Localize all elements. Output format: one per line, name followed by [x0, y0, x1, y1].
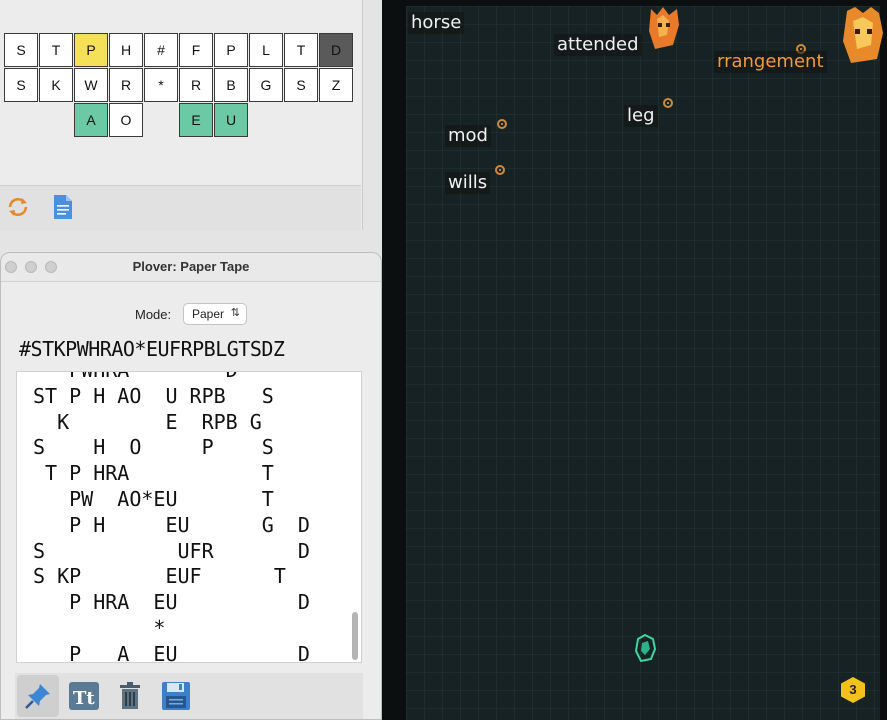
- tape-line: P H EU G D: [33, 512, 310, 537]
- player-ship-icon: [634, 633, 657, 663]
- mode-value: Paper: [192, 307, 225, 321]
- steno-key: T: [284, 33, 318, 67]
- target-word: horse: [408, 12, 465, 34]
- tape-line: T P HRA T: [33, 461, 274, 486]
- steno-key: G: [249, 68, 283, 102]
- refresh-icon[interactable]: [3, 192, 33, 222]
- target-word: rrangement: [714, 51, 827, 73]
- layout-toolbar: [0, 185, 361, 231]
- tape-line: P A EU D: [33, 641, 310, 663]
- paper-tape-window: Plover: Paper Tape Mode: Paper ⇅ #STKPWH…: [0, 252, 382, 720]
- enemy-icon: [497, 119, 507, 129]
- steno-key: P: [214, 33, 248, 67]
- target-word: leg: [624, 105, 658, 127]
- tape-line: S KP EUF T: [33, 564, 286, 589]
- tape-toolbar: Tt: [15, 673, 363, 719]
- fire-monster-icon: [843, 7, 883, 63]
- steno-key-header: #STKPWHRAO*EUFRPBLGTSDZ: [19, 337, 285, 361]
- score-value: 3: [849, 682, 857, 697]
- window-title: Plover: Paper Tape: [132, 259, 250, 274]
- steno-key: Z: [319, 68, 353, 102]
- trash-icon[interactable]: [109, 675, 151, 717]
- steno-vowel-key: O: [109, 103, 143, 137]
- steno-key: T: [39, 33, 73, 67]
- steno-key: *: [144, 68, 178, 102]
- enemy-icon: [495, 165, 505, 175]
- tape-line: *: [33, 615, 166, 640]
- steno-key: F: [179, 33, 213, 67]
- tape-line: ST P H AO U RPB S: [33, 383, 274, 408]
- steno-vowel-key: U: [214, 103, 248, 137]
- steno-key: S: [284, 68, 318, 102]
- scrollbar[interactable]: [352, 612, 358, 660]
- steno-vowel-key: A: [74, 103, 108, 137]
- tape-line: S UFR D: [33, 538, 310, 563]
- target-word: wills: [445, 172, 491, 194]
- steno-key: R: [179, 68, 213, 102]
- steno-key: K: [39, 68, 73, 102]
- steno-key: S: [4, 68, 38, 102]
- pin-icon[interactable]: [17, 675, 59, 717]
- save-icon[interactable]: [155, 675, 197, 717]
- steno-key: L: [249, 33, 283, 67]
- steno-key: S: [4, 33, 38, 67]
- mode-label: Mode:: [135, 307, 172, 322]
- tape-lines: PWHRA D ST P H AO U RPB S K E RPB G S H …: [33, 372, 310, 663]
- score-badge: 3: [840, 676, 866, 704]
- tape-line: PW AO*EU T: [33, 486, 274, 511]
- steno-key: W: [74, 68, 108, 102]
- enemy-icon: [663, 98, 673, 108]
- target-word: attended: [554, 34, 642, 56]
- steno-key-pressed: P: [74, 33, 108, 67]
- steno-key: H: [109, 33, 143, 67]
- document-icon[interactable]: [48, 192, 78, 222]
- steno-key: B: [214, 68, 248, 102]
- fire-monster-icon: [649, 7, 679, 49]
- target-word: mod: [445, 125, 491, 147]
- title-bar: Plover: Paper Tape: [1, 253, 381, 282]
- font-icon[interactable]: Tt: [63, 675, 105, 717]
- steno-key: R: [109, 68, 143, 102]
- steno-key: #: [144, 33, 178, 67]
- steno-layout-window: S T P H # F P L T D S K W R * R B G S Z …: [0, 0, 363, 231]
- steno-key-pressed: D: [319, 33, 353, 67]
- mode-select[interactable]: Paper ⇅: [183, 303, 247, 325]
- mode-row: Mode: Paper ⇅: [1, 303, 381, 327]
- steno-vowel-key: E: [179, 103, 213, 137]
- tape-line: P HRA EU D: [33, 590, 310, 615]
- tape-line: K E RPB G: [33, 409, 286, 434]
- chevron-updown-icon: ⇅: [230, 307, 240, 319]
- tape-line: PWHRA D: [33, 372, 262, 382]
- tape-line: S H O P S: [33, 435, 274, 460]
- tape-output[interactable]: PWHRA D ST P H AO U RPB S K E RPB G S H …: [16, 371, 362, 663]
- font-icon-label: Tt: [73, 688, 95, 709]
